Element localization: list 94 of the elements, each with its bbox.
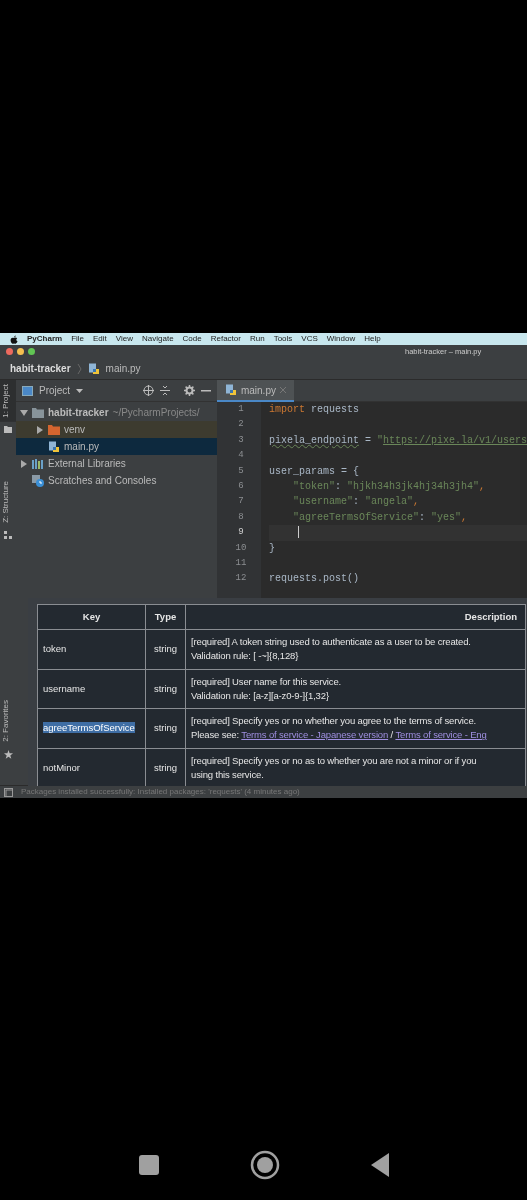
expanded-arrow-icon[interactable]: [20, 408, 28, 417]
line-number: 2: [237, 418, 245, 432]
app-menu[interactable]: PyCharm: [27, 333, 63, 345]
collapse-icon[interactable]: [159, 385, 170, 396]
table-cell: string: [145, 708, 186, 748]
hide-icon[interactable]: [200, 389, 211, 392]
structure-icon: [4, 530, 12, 539]
menu-item[interactable]: Code: [182, 333, 202, 345]
description-text: Validation rule: [ -~]{8,128}: [191, 649, 300, 664]
table-cell: string: [145, 629, 186, 669]
line-number: 11: [234, 556, 248, 570]
dropdown-arrow-icon: [76, 388, 84, 393]
path-text: ~/PycharmProjects/: [112, 406, 200, 420]
line-number: 5: [237, 464, 245, 478]
collapsed-arrow-icon[interactable]: [20, 459, 28, 468]
text-cursor: [297, 526, 299, 539]
scratches-icon: [32, 474, 44, 487]
tree-item[interactable]: Scratches and Consoles: [16, 472, 217, 489]
code-line: user_params = {: [268, 465, 359, 477]
apple-icon: [10, 334, 18, 344]
tree-item[interactable]: habit-tracker ~/PycharmProjects/: [16, 404, 217, 421]
code-line: import requests: [268, 404, 359, 415]
code-line: requests.post(): [268, 573, 359, 585]
description-text: using this service.: [191, 767, 265, 782]
tree-item[interactable]: main.py: [16, 438, 217, 455]
zoom-button[interactable]: [28, 348, 35, 355]
line-number: 10: [234, 541, 248, 555]
tool-window-tab[interactable]: 1: Project: [0, 380, 16, 422]
code-line: "token": "hjkh34h3jk4hj34h3jh4",: [291, 480, 485, 492]
code-line: "agreeTermsOfService": "yes",: [291, 511, 467, 523]
chevron-icon: [76, 362, 82, 375]
recents-icon[interactable]: [137, 1154, 160, 1176]
collapsed-arrow-icon[interactable]: [36, 425, 44, 434]
folder-icon: [48, 424, 60, 435]
back-icon[interactable]: [369, 1152, 390, 1178]
folder-icon: [32, 407, 44, 418]
code-line: pixela_endpoint = "https://pixe.la/v1/users: [268, 434, 527, 446]
line-number: 12: [234, 572, 248, 586]
column-header: Type: [145, 604, 186, 630]
locate-icon[interactable]: [142, 385, 154, 396]
line-number: 6: [237, 479, 245, 493]
description-text: [required] Specify yes or no as to whether you are not a minor or if you: [191, 753, 478, 768]
editor-tab[interactable]: main.py: [216, 380, 294, 402]
menu-item[interactable]: VCS: [301, 333, 318, 345]
menu-item[interactable]: Run: [249, 333, 265, 345]
line-number: 8: [237, 510, 245, 524]
settings-icon[interactable]: [183, 385, 195, 396]
description-text: Validation rule: [a-z][a-z0-9-]{1,32}: [191, 688, 330, 703]
table-cell: token: [43, 643, 67, 655]
library-icon: [32, 458, 44, 469]
line-number: 7: [237, 495, 245, 509]
menu-item[interactable]: Tools: [273, 333, 293, 345]
python-file-icon: [48, 440, 60, 453]
python-file-icon: [87, 362, 100, 375]
table-cell: string: [145, 669, 186, 709]
link[interactable]: Terms of service - Eng: [395, 729, 487, 741]
column-header: Description: [185, 604, 526, 630]
line-number: 3: [237, 433, 245, 447]
description-text: [required] A token string used to authenticate as a user to be created.: [191, 635, 472, 650]
breadcrumb-item[interactable]: main.py: [105, 361, 141, 376]
star-icon: [3, 750, 13, 759]
tool-window-tab[interactable]: 2: Favorites: [0, 696, 16, 746]
menu-item[interactable]: Navigate: [142, 333, 174, 345]
menu-item[interactable]: Refactor: [210, 333, 241, 345]
tree-item[interactable]: External Libraries: [16, 455, 217, 472]
line-number: 9: [237, 526, 245, 540]
tree-item[interactable]: venv: [16, 421, 217, 438]
view-selector[interactable]: Project: [39, 383, 84, 398]
code-line: "username": "angela",: [291, 496, 419, 508]
line-number: 1: [237, 403, 245, 416]
line-number: 4: [237, 449, 245, 463]
table-cell: agreeTermsOfService: [43, 722, 135, 734]
panel-icon: [22, 385, 33, 396]
menu-item[interactable]: Window: [326, 333, 356, 345]
link[interactable]: Terms of service - Japanese version: [241, 729, 389, 741]
tool-window-tab[interactable]: Z: Structure: [0, 476, 16, 527]
menu-item[interactable]: File: [71, 333, 84, 345]
code-line: }: [268, 542, 275, 554]
breadcrumb-item[interactable]: habit-tracker: [10, 361, 71, 376]
home-icon[interactable]: [249, 1150, 280, 1180]
table-cell: notMinor: [43, 761, 80, 773]
panel-toggle-icon[interactable]: [4, 787, 13, 797]
menu-item[interactable]: Help: [364, 333, 381, 345]
minimize-button[interactable]: [17, 348, 24, 355]
menu-item[interactable]: View: [115, 333, 133, 345]
python-file-icon: [224, 384, 237, 396]
menu-item[interactable]: Edit: [93, 333, 107, 345]
column-header: Key: [37, 604, 146, 630]
close-button[interactable]: [6, 348, 13, 355]
description-text: [required] User name for this service.: [191, 674, 343, 689]
table-cell: username: [43, 682, 86, 694]
folder-icon: [4, 425, 12, 433]
description-text: Please see: Terms of service - Japanese version / Terms of service - Eng: [191, 728, 488, 743]
description-text: [required] Specify yes or no whether you agree to the terms of service.: [191, 714, 478, 729]
